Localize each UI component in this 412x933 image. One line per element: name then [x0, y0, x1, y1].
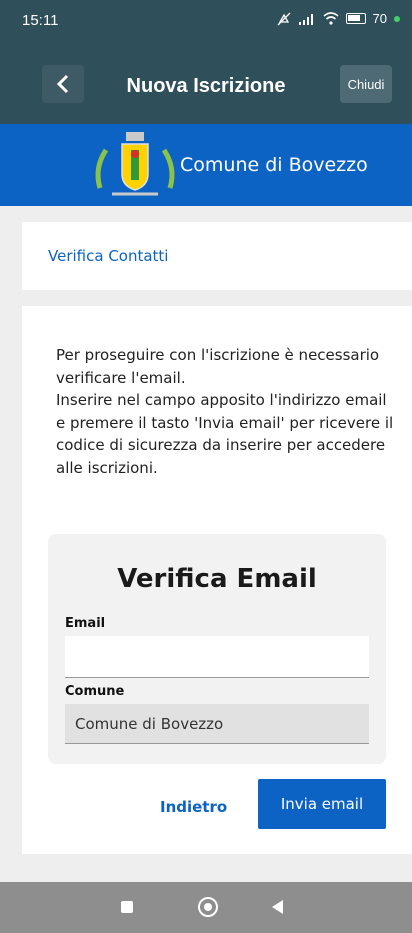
section-title: Verifica Contatti	[48, 247, 169, 265]
section-header-card: Verifica Contatti	[22, 222, 412, 290]
send-email-button[interactable]: Invia email	[258, 779, 386, 829]
status-time: 15:11	[22, 12, 59, 29]
mute-icon	[277, 12, 290, 25]
system-nav-bar	[0, 882, 412, 933]
intro-text: Per proseguire con l'iscrizione è necess…	[56, 344, 396, 479]
back-link[interactable]: Indietro	[160, 798, 227, 816]
municipality-name: Comune di Bovezzo	[180, 154, 368, 176]
battery-icon	[345, 13, 366, 24]
privacy-dot-icon	[394, 15, 400, 22]
status-icons: 70	[277, 11, 400, 26]
wifi-icon	[323, 12, 339, 25]
close-button[interactable]: Chiudi	[340, 65, 392, 103]
municipality-banner: Comune di Bovezzo	[0, 124, 412, 206]
battery-percent: 70	[372, 11, 387, 26]
main-card: Per proseguire con l'iscrizione è necess…	[22, 306, 412, 854]
crest-icon	[95, 132, 175, 196]
nav-recents-icon[interactable]	[121, 901, 133, 913]
email-input[interactable]	[65, 636, 369, 678]
status-bar: 15:11 70	[0, 0, 412, 44]
intro-line-2: Inserire nel campo apposito l'indirizzo …	[56, 391, 394, 477]
form-heading: Verifica Email	[117, 564, 317, 594]
signal-icon	[298, 13, 313, 25]
nav-back-icon[interactable]	[272, 900, 283, 914]
verify-email-form: Verifica Email Email Comune Comune di Bo…	[48, 534, 386, 764]
comune-label: Comune	[65, 684, 125, 699]
email-label: Email	[65, 616, 106, 631]
comune-field: Comune di Bovezzo	[65, 704, 369, 744]
intro-line-1: Per proseguire con l'iscrizione è necess…	[56, 346, 380, 387]
app-bar: Nuova Iscrizione Chiudi	[0, 44, 412, 124]
nav-home-icon[interactable]	[198, 897, 218, 917]
